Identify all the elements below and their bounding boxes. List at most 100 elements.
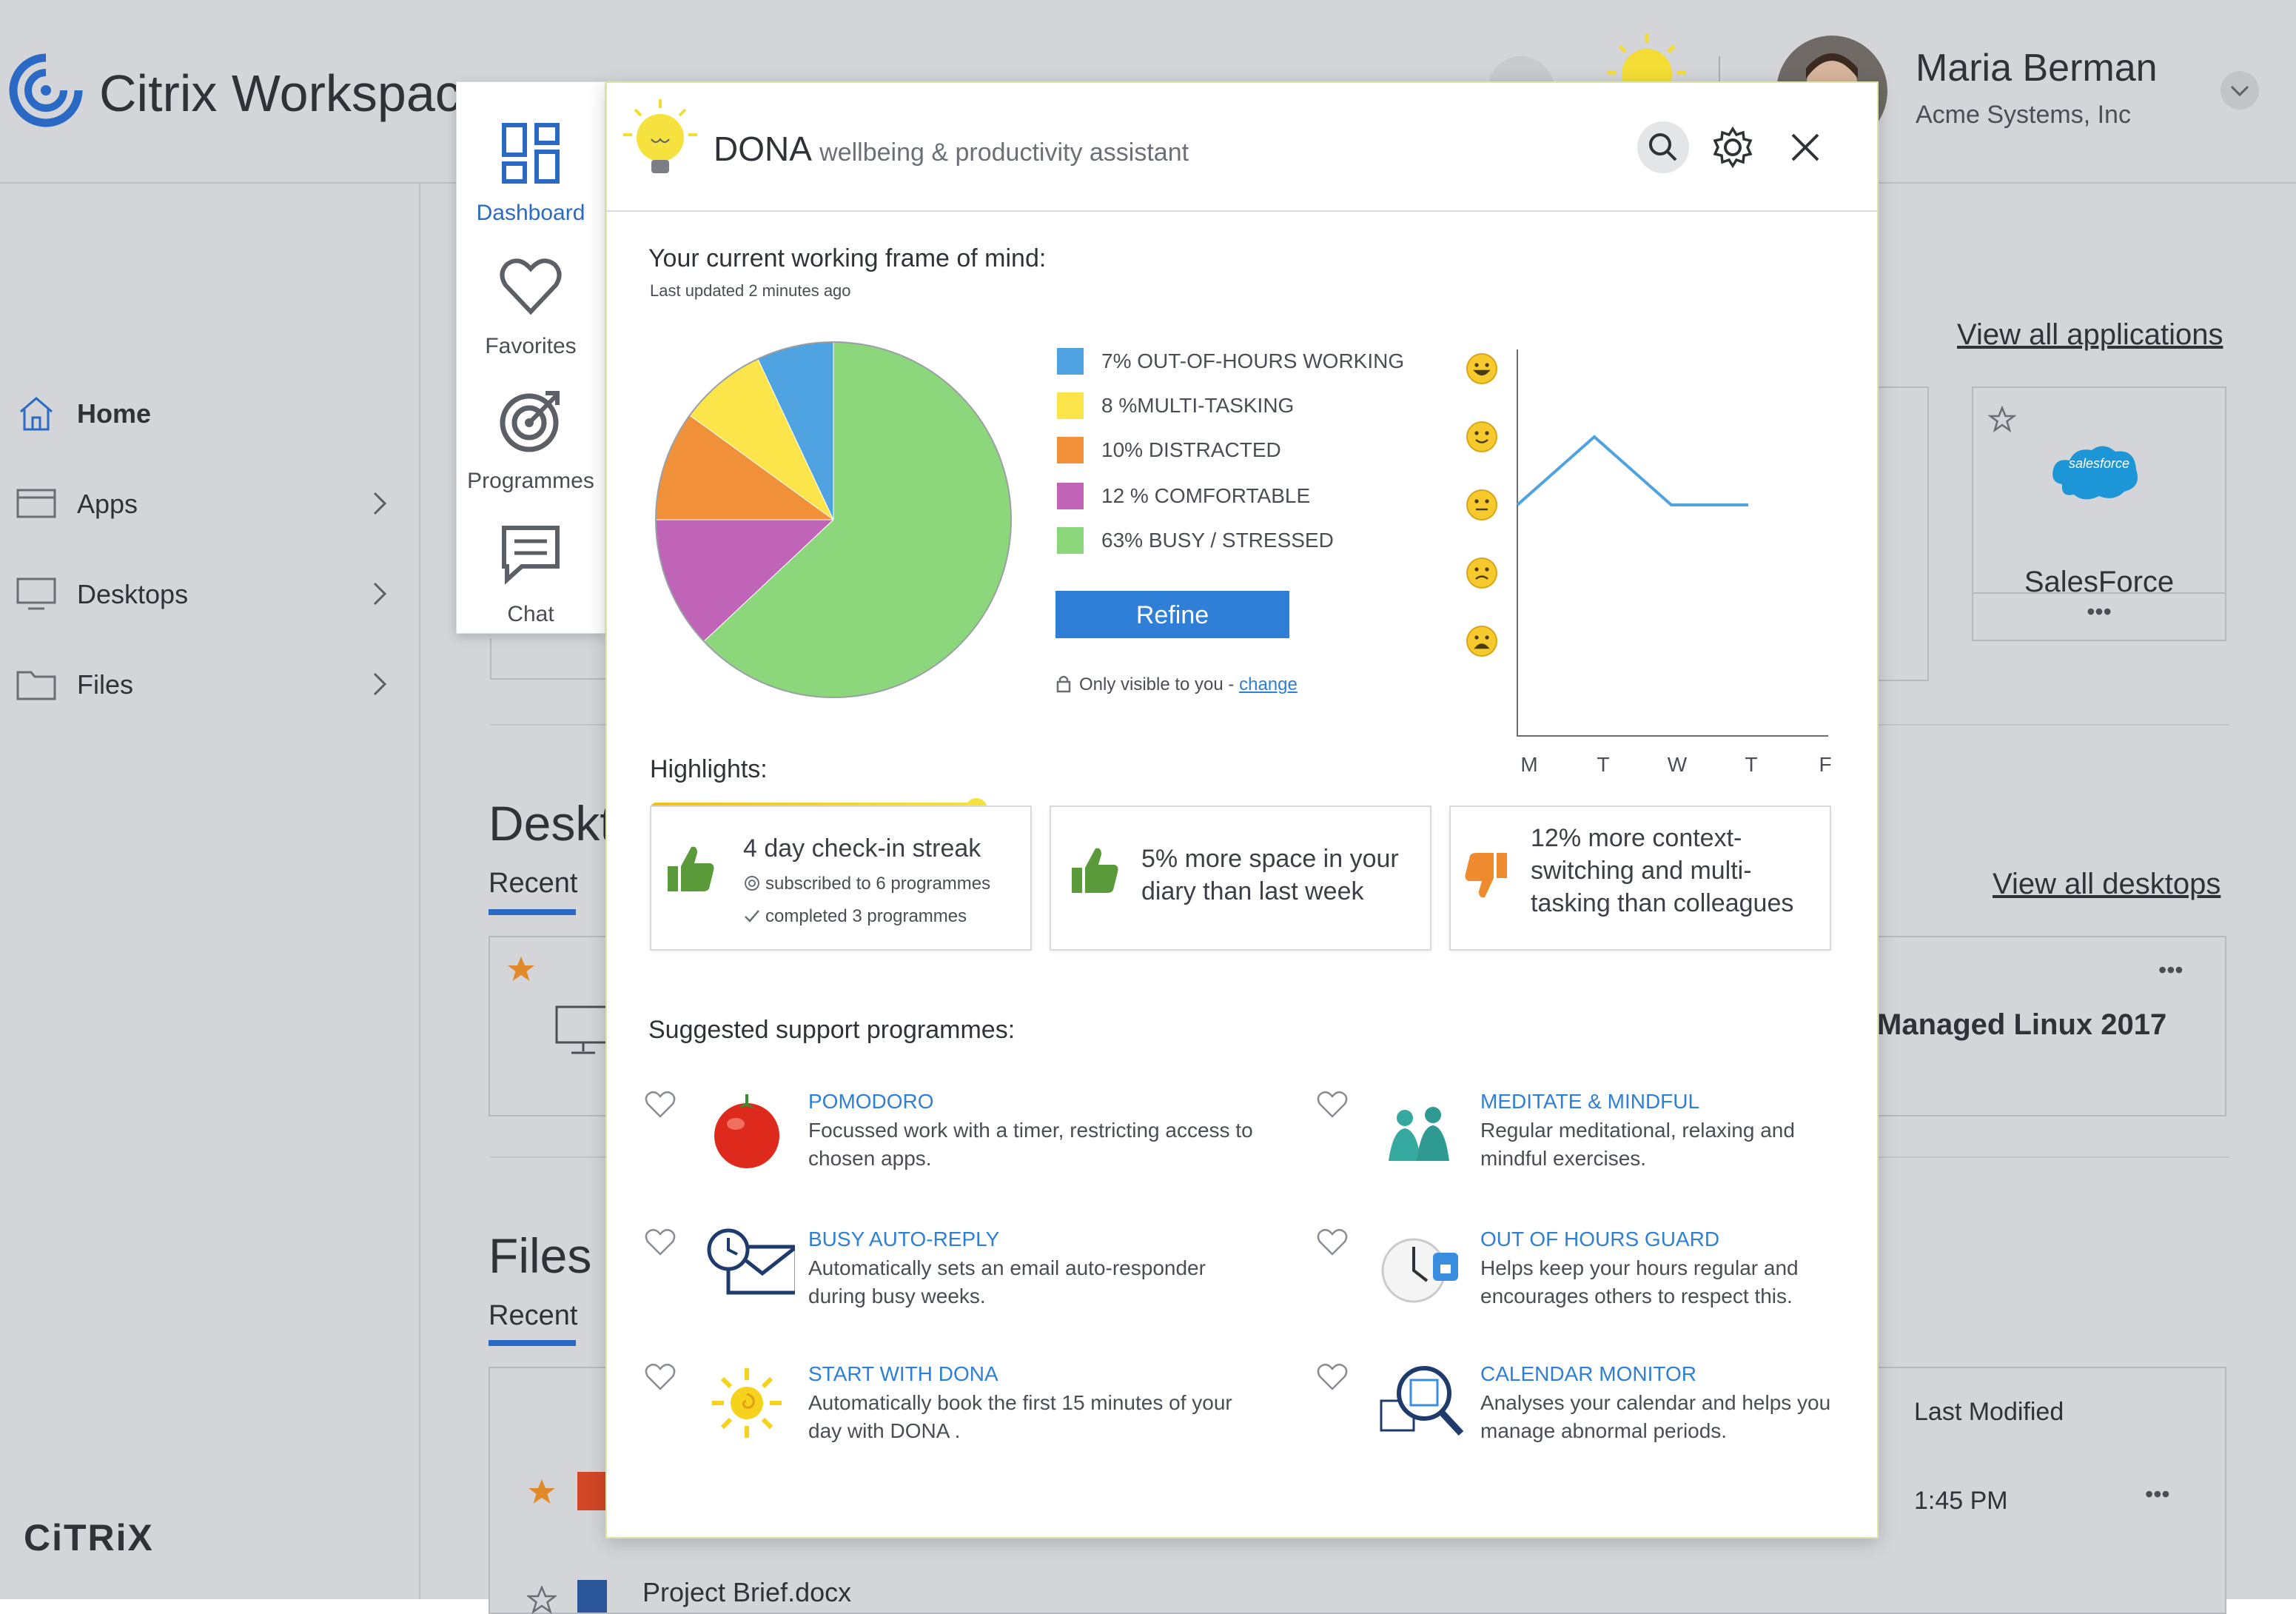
legend-label: 7% OUT-OF-HOURS WORKING xyxy=(1101,349,1405,372)
sidebar-item-home[interactable]: Home xyxy=(0,372,419,453)
legend-item: 7% OUT-OF-HOURS WORKING xyxy=(1057,346,1442,376)
programme-title[interactable]: OUT OF HOURS GUARD xyxy=(1480,1228,1719,1251)
thumbs-up-icon xyxy=(1072,848,1118,893)
legend-swatch xyxy=(1057,437,1084,463)
folder-icon xyxy=(16,671,56,700)
legend-label: 63% BUSY / STRESSED xyxy=(1101,529,1334,552)
tile-divider xyxy=(1973,592,2225,594)
app-tile-salesforce[interactable]: salesforce SalesForce ••• xyxy=(1972,386,2226,641)
highlight-subtext: subscribed to 6 programmes xyxy=(743,874,990,894)
user-menu-button[interactable] xyxy=(2221,71,2259,110)
salesforce-logo-text: salesforce xyxy=(2068,456,2130,471)
heart-icon[interactable] xyxy=(644,1228,677,1257)
x-tick-label: T xyxy=(1745,753,1757,776)
sidebar-item-apps[interactable]: Apps xyxy=(0,462,419,543)
very-sad-face-icon xyxy=(1466,626,1497,657)
legend-label: 10% DISTRACTED xyxy=(1101,438,1281,461)
panel-item-programmes[interactable]: Programmes xyxy=(457,365,605,498)
clock-lock-icon xyxy=(1381,1238,1458,1303)
programme-item[interactable]: CALENDAR MONITOR Analyses your calendar … xyxy=(1316,1362,1834,1481)
chat-icon xyxy=(502,526,560,585)
legend-item: 8 %MULTI-TASKING xyxy=(1057,391,1442,421)
frame-of-mind-title: Your current working frame of mind: xyxy=(648,244,1047,272)
chart-axes xyxy=(1517,349,1828,737)
thumbs-up-icon xyxy=(668,846,714,891)
completed-count: completed 3 programmes xyxy=(765,906,967,926)
settings-button[interactable] xyxy=(1707,121,1759,173)
close-button[interactable] xyxy=(1779,121,1831,173)
desktop-icon xyxy=(555,1005,611,1054)
search-button[interactable] xyxy=(1637,121,1689,173)
programme-title[interactable]: START WITH DONA xyxy=(808,1362,998,1386)
programme-title[interactable]: BUSY AUTO-REPLY xyxy=(808,1228,999,1251)
dialog-header: DONA wellbeing & productivity assistant xyxy=(607,83,1877,212)
refine-button[interactable]: Refine xyxy=(1055,591,1289,638)
more-options-button[interactable]: ••• xyxy=(2145,1481,2170,1508)
programme-item[interactable]: MEDITATE & MINDFUL Regular meditational,… xyxy=(1316,1090,1834,1208)
panel-item-dashboard[interactable]: Dashboard xyxy=(457,97,605,230)
programme-description: Regular meditational, relaxing and mindf… xyxy=(1480,1119,1795,1170)
more-options-button[interactable]: ••• xyxy=(1973,598,2225,626)
file-name[interactable]: Project Brief.docx xyxy=(642,1577,851,1608)
programme-title[interactable]: POMODORO xyxy=(808,1090,934,1114)
sidebar-item-files[interactable]: Files xyxy=(0,643,419,724)
desktop-name: Managed Linux 2017 xyxy=(1877,1008,2167,1041)
tab-recent-desktops[interactable]: Recent xyxy=(489,868,577,900)
gear-icon xyxy=(1713,126,1753,169)
highlight-text: 5% more space in your diary than last we… xyxy=(1141,845,1399,905)
brand-subtitle: wellbeing & productivity assistant xyxy=(819,138,1189,167)
legend-item: 10% DISTRACTED xyxy=(1057,435,1442,465)
privacy-note: Only visible to you - change xyxy=(1055,674,1298,695)
more-options-button[interactable]: ••• xyxy=(2158,957,2183,984)
view-all-applications-link[interactable]: View all applications xyxy=(1957,318,2223,352)
powerpoint-file-icon xyxy=(577,1472,607,1510)
programme-item[interactable]: POMODORO Focussed work with a timer, res… xyxy=(644,1090,1258,1208)
legend-label: 12 % COMFORTABLE xyxy=(1101,484,1311,507)
column-header-last-modified: Last Modified xyxy=(1914,1398,2064,1426)
heart-icon[interactable] xyxy=(1316,1362,1349,1392)
change-privacy-link[interactable]: change xyxy=(1239,674,1298,694)
star-icon[interactable] xyxy=(527,1586,557,1614)
heart-icon[interactable] xyxy=(1316,1090,1349,1119)
star-icon[interactable] xyxy=(1988,406,2016,434)
salesforce-logo-icon xyxy=(2052,446,2138,500)
heart-icon[interactable] xyxy=(644,1090,677,1119)
tab-recent-files[interactable]: Recent xyxy=(489,1300,577,1332)
programme-description: Focussed work with a timer, restricting … xyxy=(808,1119,1253,1170)
checkmark-icon xyxy=(745,910,759,922)
programme-description: Analyses your calendar and helps you man… xyxy=(1480,1391,1831,1442)
dashboard-icon xyxy=(502,123,560,184)
x-tick-label: M xyxy=(1520,753,1537,776)
star-filled-icon[interactable] xyxy=(506,955,536,983)
dialog-title: DONA wellbeing & productivity assistant xyxy=(714,129,1189,169)
highlight-card[interactable]: 12% more context-switching and multi-tas… xyxy=(1449,806,1831,951)
view-all-desktops-link[interactable]: View all desktops xyxy=(1993,868,2221,901)
mood-series-line xyxy=(1516,435,1748,506)
legend-item: 63% BUSY / STRESSED xyxy=(1057,526,1442,555)
legend-item: 12 % COMFORTABLE xyxy=(1057,481,1442,511)
heart-icon[interactable] xyxy=(1316,1228,1349,1257)
programme-item[interactable]: OUT OF HOURS GUARD Helps keep your hours… xyxy=(1316,1228,1834,1346)
target-icon xyxy=(500,391,560,452)
app-tile-partial[interactable] xyxy=(1873,386,1929,681)
highlight-card[interactable]: 5% more space in your diary than last we… xyxy=(1050,806,1431,951)
chevron-down-icon xyxy=(2230,85,2249,97)
panel-item-label: Programmes xyxy=(467,469,594,493)
legend-swatch xyxy=(1057,483,1084,509)
heart-icon[interactable] xyxy=(644,1362,677,1392)
subscribed-count: subscribed to 6 programmes xyxy=(765,874,991,894)
star-filled-icon[interactable] xyxy=(527,1478,557,1506)
programme-title[interactable]: CALENDAR MONITOR xyxy=(1480,1362,1696,1386)
panel-item-favorites[interactable]: Favorites xyxy=(457,230,605,364)
highlight-card[interactable]: 4 day check-in streak subscribed to 6 pr… xyxy=(650,806,1032,951)
target-icon xyxy=(745,876,759,891)
sidebar-item-desktops[interactable]: Desktops xyxy=(0,552,419,634)
panel-item-label: Favorites xyxy=(485,334,577,358)
programme-title[interactable]: MEDITATE & MINDFUL xyxy=(1480,1090,1699,1114)
panel-item-chat[interactable]: Chat xyxy=(457,498,605,632)
legend-swatch xyxy=(1057,392,1084,419)
app-tile-partial-left[interactable] xyxy=(490,638,611,680)
programme-item[interactable]: BUSY AUTO-REPLY Automatically sets an em… xyxy=(644,1228,1258,1346)
programme-item[interactable]: START WITH DONA Automatically book the f… xyxy=(644,1362,1258,1481)
sidebar: Home Apps Desktops Files CiTRiX xyxy=(0,184,420,1599)
